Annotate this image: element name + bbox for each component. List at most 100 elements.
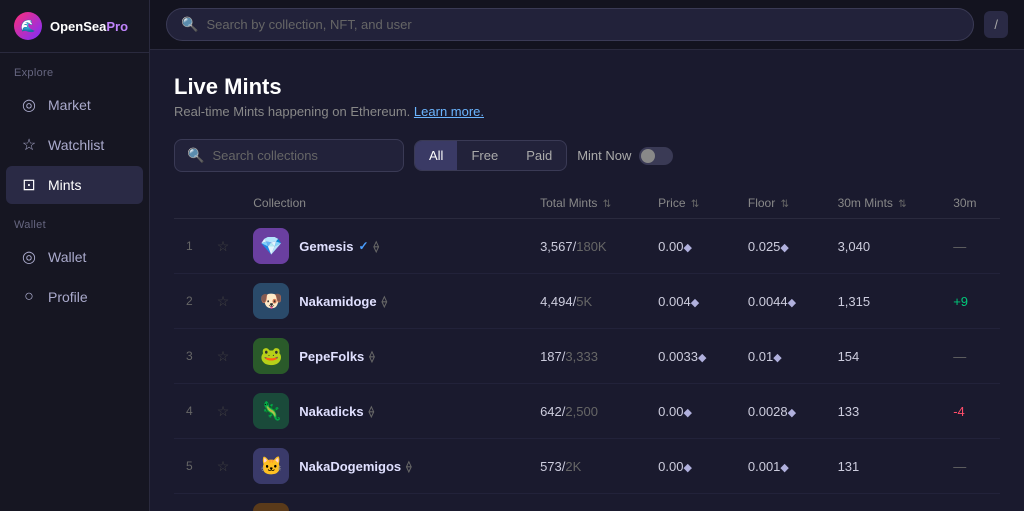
star-cell[interactable]: ☆ xyxy=(205,494,242,511)
sidebar-item-watchlist[interactable]: ☆ Watchlist xyxy=(6,126,143,164)
rank-cell: 4 xyxy=(174,384,205,439)
price-cell: 0.00◆ xyxy=(646,219,736,274)
star-cell[interactable]: ☆ xyxy=(205,219,242,274)
col-header-price[interactable]: Price ⇅ xyxy=(646,188,736,219)
30m-change-cell: — xyxy=(941,439,1000,494)
collection-name: Nakadicks ⟠ xyxy=(299,404,374,419)
collection-image: 🐶 xyxy=(253,283,289,319)
rank-cell: 6 xyxy=(174,494,205,511)
sort-arrow-30m: ⇅ xyxy=(898,199,906,210)
topbar-search-placeholder: Search by collection, NFT, and user xyxy=(206,17,411,32)
page-subtitle: Real-time Mints happening on Ethereum. L… xyxy=(174,104,1000,119)
floor-cell: 0.0028◆ xyxy=(736,384,826,439)
collection-image: 🐸 xyxy=(253,338,289,374)
table-row: 3 ☆ 🐸 PepeFolks ⟠ 187/3,333 0.0033◆ 0.01… xyxy=(174,329,1000,384)
floor-cell: 0.001◆ xyxy=(736,439,826,494)
mints-icon: ⊡ xyxy=(20,176,38,194)
collection-cell: 🐱 NakaDogemigos ⟠ xyxy=(241,439,528,494)
total-mints-cell: 642/2,500 xyxy=(528,384,646,439)
collections-table: Collection Total Mints ⇅ Price ⇅ Floor xyxy=(174,188,1000,511)
table-row: 6 ☆ 🥔 Medium Rare Potato ⟠ 248/2K 0.00◆ … xyxy=(174,494,1000,511)
sidebar-item-market[interactable]: ◎ Market xyxy=(6,86,143,124)
sort-arrow-floor: ⇅ xyxy=(781,199,789,210)
collection-cell: 🦎 Nakadicks ⟠ xyxy=(241,384,528,439)
search-icon: 🔍 xyxy=(181,16,198,33)
total-mints-cell: 573/2K xyxy=(528,439,646,494)
collection-name: Gemesis ✓ ⟠ xyxy=(299,239,379,254)
profile-icon: ○ xyxy=(20,288,38,306)
sidebar-item-mints[interactable]: ⊡ Mints xyxy=(6,166,143,204)
star-cell[interactable]: ☆ xyxy=(205,384,242,439)
sidebar-item-label: Profile xyxy=(48,289,88,305)
table-row: 1 ☆ 💎 Gemesis ✓ ⟠ 3,567/180K 0.00◆ 0.025… xyxy=(174,219,1000,274)
sidebar-item-profile[interactable]: ○ Profile xyxy=(6,278,143,316)
table-header-row: Collection Total Mints ⇅ Price ⇅ Floor xyxy=(174,188,1000,219)
wallet-section-label: Wallet xyxy=(0,205,149,237)
sidebar: 🌊 OpenSeaPro Explore ◎ Market ☆ Watchlis… xyxy=(0,0,150,511)
star-cell[interactable]: ☆ xyxy=(205,439,242,494)
sort-arrow-total-mints: ⇅ xyxy=(603,199,611,210)
logo-icon: 🌊 xyxy=(14,12,42,40)
wallet-icon: ◎ xyxy=(20,248,38,266)
page-title: Live Mints xyxy=(174,74,1000,100)
floor-cell: 0.0044◆ xyxy=(736,274,826,329)
main-content: 🔍 Search by collection, NFT, and user / … xyxy=(150,0,1024,511)
col-header-floor[interactable]: Floor ⇅ xyxy=(736,188,826,219)
total-mints-cell: 3,567/180K xyxy=(528,219,646,274)
market-icon: ◎ xyxy=(20,96,38,114)
collection-cell: 🐸 PepeFolks ⟠ xyxy=(241,329,528,384)
topbar-search[interactable]: 🔍 Search by collection, NFT, and user xyxy=(166,8,974,41)
price-cell: 0.004◆ xyxy=(646,274,736,329)
collections-table-wrap: Collection Total Mints ⇅ Price ⇅ Floor xyxy=(174,188,1000,511)
col-header-collection: Collection xyxy=(241,188,528,219)
filter-free-button[interactable]: Free xyxy=(457,141,512,170)
30m-change-cell: +9 xyxy=(941,274,1000,329)
table-row: 5 ☆ 🐱 NakaDogemigos ⟠ 573/2K 0.00◆ 0.001… xyxy=(174,439,1000,494)
logo[interactable]: 🌊 OpenSeaPro xyxy=(0,0,149,53)
30m-mints-cell: 1,315 xyxy=(826,274,942,329)
total-mints-cell: 4,494/5K xyxy=(528,274,646,329)
rank-cell: 5 xyxy=(174,439,205,494)
col-header-total-mints[interactable]: Total Mints ⇅ xyxy=(528,188,646,219)
30m-mints-cell: 154 xyxy=(826,329,942,384)
sidebar-item-wallet[interactable]: ◎ Wallet xyxy=(6,238,143,276)
collection-image: 🐱 xyxy=(253,448,289,484)
sort-arrow-price: ⇅ xyxy=(691,199,699,210)
floor-cell: 0.01◆ xyxy=(736,329,826,384)
search-input-icon: 🔍 xyxy=(187,147,204,164)
collection-cell: 💎 Gemesis ✓ ⟠ xyxy=(241,219,528,274)
30m-change-cell: — xyxy=(941,219,1000,274)
learn-more-link[interactable]: Learn more. xyxy=(414,104,484,119)
col-header-30m-change: 30m xyxy=(941,188,1000,219)
rank-cell: 1 xyxy=(174,219,205,274)
watchlist-icon: ☆ xyxy=(20,136,38,154)
page-content: Live Mints Real-time Mints happening on … xyxy=(150,50,1024,511)
price-cell: 0.00◆ xyxy=(646,494,736,511)
mint-now-toggle[interactable] xyxy=(639,147,673,165)
30m-change-cell: — xyxy=(941,329,1000,384)
collection-search[interactable]: 🔍 xyxy=(174,139,404,172)
floor-cell: 0.018◆ xyxy=(736,494,826,511)
mint-now-label: Mint Now xyxy=(577,148,631,163)
star-cell[interactable]: ☆ xyxy=(205,329,242,384)
rank-cell: 2 xyxy=(174,274,205,329)
total-mints-cell: 248/2K xyxy=(528,494,646,511)
col-header-30m-mints[interactable]: 30m Mints ⇅ xyxy=(826,188,942,219)
table-row: 4 ☆ 🦎 Nakadicks ⟠ 642/2,500 0.00◆ 0.0028… xyxy=(174,384,1000,439)
search-input[interactable] xyxy=(212,148,391,163)
logo-text: OpenSeaPro xyxy=(50,19,128,34)
30m-mints-cell: 133 xyxy=(826,384,942,439)
topbar-kbd-button[interactable]: / xyxy=(984,11,1008,38)
filter-all-button[interactable]: All xyxy=(415,141,457,170)
price-cell: 0.00◆ xyxy=(646,439,736,494)
filter-button-group: All Free Paid xyxy=(414,140,567,171)
topbar: 🔍 Search by collection, NFT, and user / xyxy=(150,0,1024,50)
filters-bar: 🔍 All Free Paid Mint Now xyxy=(174,139,1000,172)
filter-paid-button[interactable]: Paid xyxy=(512,141,566,170)
sidebar-item-label: Market xyxy=(48,97,91,113)
floor-cell: 0.025◆ xyxy=(736,219,826,274)
star-cell[interactable]: ☆ xyxy=(205,274,242,329)
col-header-rank xyxy=(174,188,205,219)
col-header-star xyxy=(205,188,242,219)
30m-mints-cell: 131 xyxy=(826,439,942,494)
